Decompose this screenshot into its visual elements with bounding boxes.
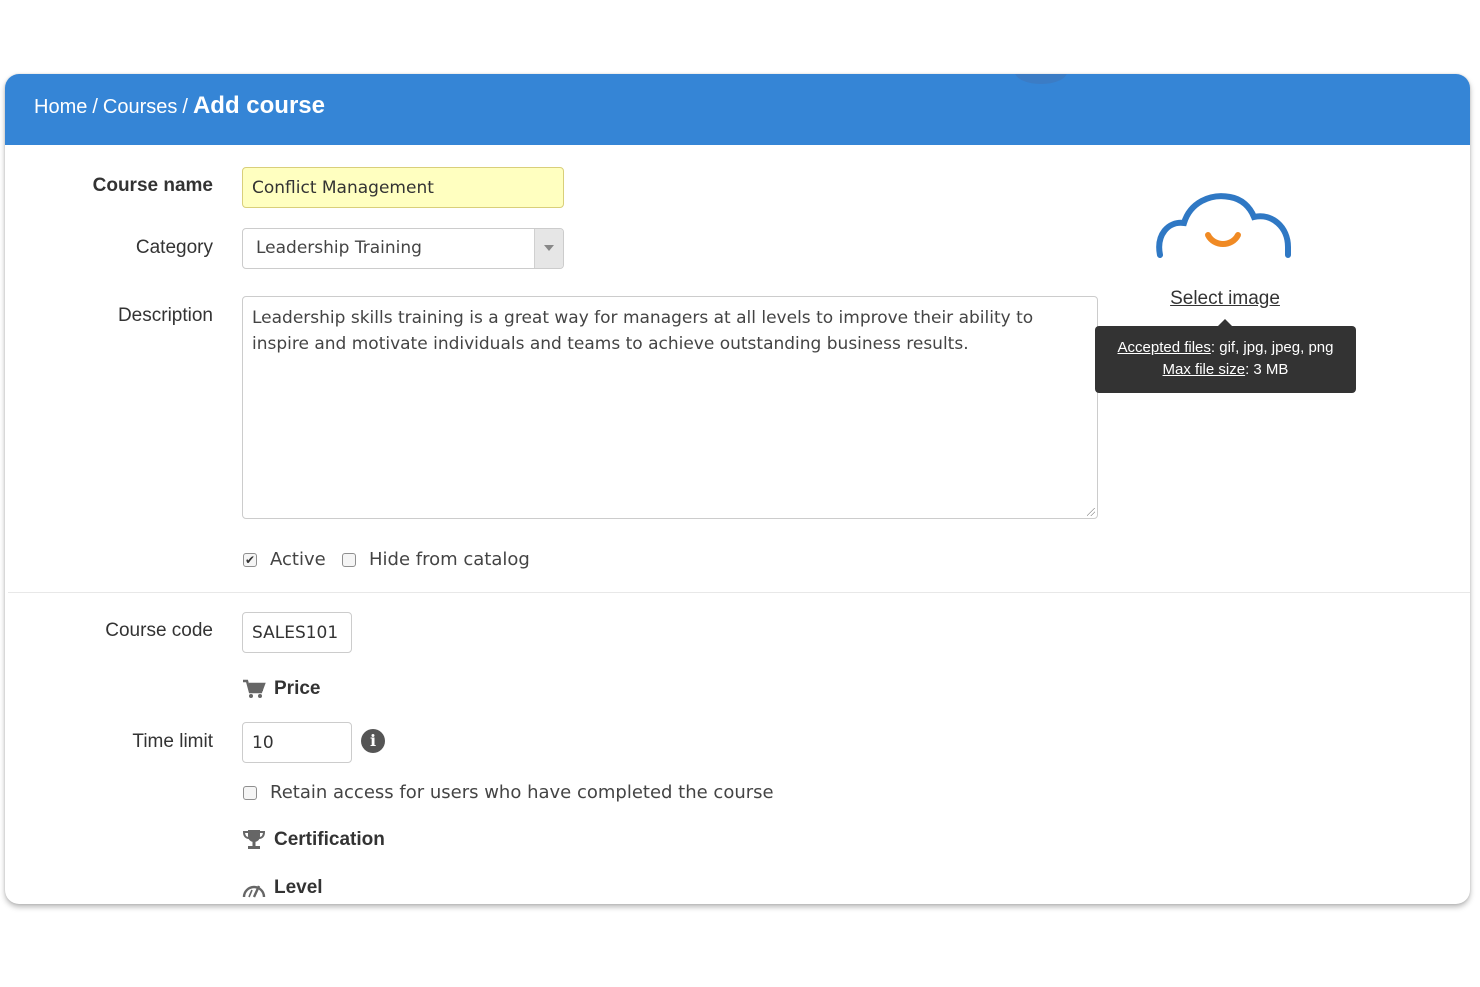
description-text: Leadership skills training is a great wa… — [252, 308, 1034, 354]
active-checkbox[interactable]: ✔ — [243, 552, 257, 567]
course-name-input[interactable] — [242, 167, 564, 208]
breadcrumb-courses[interactable]: Courses — [103, 96, 177, 118]
description-textarea[interactable]: Leadership skills training is a great wa… — [242, 296, 1098, 519]
price-section-toggle[interactable]: Price — [242, 678, 320, 700]
page-header: Home / Courses / Add course — [5, 74, 1470, 145]
accepted-files-value: : gif, jpg, jpeg, png — [1210, 339, 1334, 356]
course-code-input[interactable] — [242, 612, 352, 653]
cart-icon — [243, 679, 266, 698]
course-name-label: Course name — [92, 175, 213, 196]
breadcrumb-separator: / — [182, 96, 188, 118]
cloud-smile-icon[interactable] — [1154, 189, 1294, 261]
breadcrumb-home[interactable]: Home — [34, 96, 87, 118]
course-code-label: Course code — [105, 620, 213, 641]
add-course-panel: Home/Courses/Add course Course name Cate… — [5, 74, 1470, 904]
active-label: Active — [270, 549, 326, 570]
category-select[interactable]: Leadership Training — [242, 228, 564, 269]
active-option[interactable]: ✔ Active — [243, 549, 326, 570]
time-limit-label: Time limit — [132, 731, 213, 752]
max-file-size-value: : 3 MB — [1245, 361, 1289, 378]
hide-from-catalog-checkbox[interactable] — [342, 552, 356, 567]
retain-access-label: Retain access for users who have complet… — [270, 782, 774, 803]
breadcrumb-separator: / — [92, 96, 98, 118]
page-title: Add course — [192, 92, 325, 119]
retain-access-option[interactable]: Retain access for users who have complet… — [243, 782, 774, 803]
dropdown-arrow-icon[interactable] — [534, 229, 563, 268]
breadcrumb: Home / Courses / Add course — [34, 91, 325, 122]
category-label: Category — [135, 237, 213, 258]
certification-section-toggle[interactable]: Certification — [242, 829, 385, 851]
accepted-files-label: Accepted files — [1117, 339, 1211, 356]
accepted-files-line: Accepted files: gif, jpg, jpeg, png — [1095, 337, 1356, 359]
hide-from-catalog-label: Hide from catalog — [369, 549, 530, 570]
header-decoration — [1015, 74, 1067, 84]
trophy-icon — [242, 830, 266, 849]
select-image-link[interactable]: Select image — [1125, 288, 1325, 310]
max-file-size-label: Max file size — [1162, 361, 1246, 378]
info-icon[interactable]: i — [361, 729, 385, 753]
max-file-size-line: Max file size: 3 MB — [1095, 359, 1356, 381]
upload-tooltip: Accepted files: gif, jpg, jpeg, png Max … — [1095, 319, 1356, 393]
retain-access-checkbox[interactable] — [243, 785, 257, 800]
category-selected-value: Leadership Training — [256, 238, 422, 258]
gauge-icon — [242, 885, 266, 898]
time-limit-input[interactable] — [242, 722, 352, 763]
level-section-toggle[interactable]: Level — [242, 877, 323, 899]
certification-label: Certification — [274, 829, 385, 850]
price-label: Price — [274, 678, 321, 699]
resize-handle-icon[interactable] — [1087, 508, 1095, 516]
hide-from-catalog-option[interactable]: Hide from catalog — [342, 549, 530, 570]
level-label: Level — [274, 877, 323, 898]
section-divider — [8, 592, 1470, 593]
description-label: Description — [117, 305, 213, 326]
